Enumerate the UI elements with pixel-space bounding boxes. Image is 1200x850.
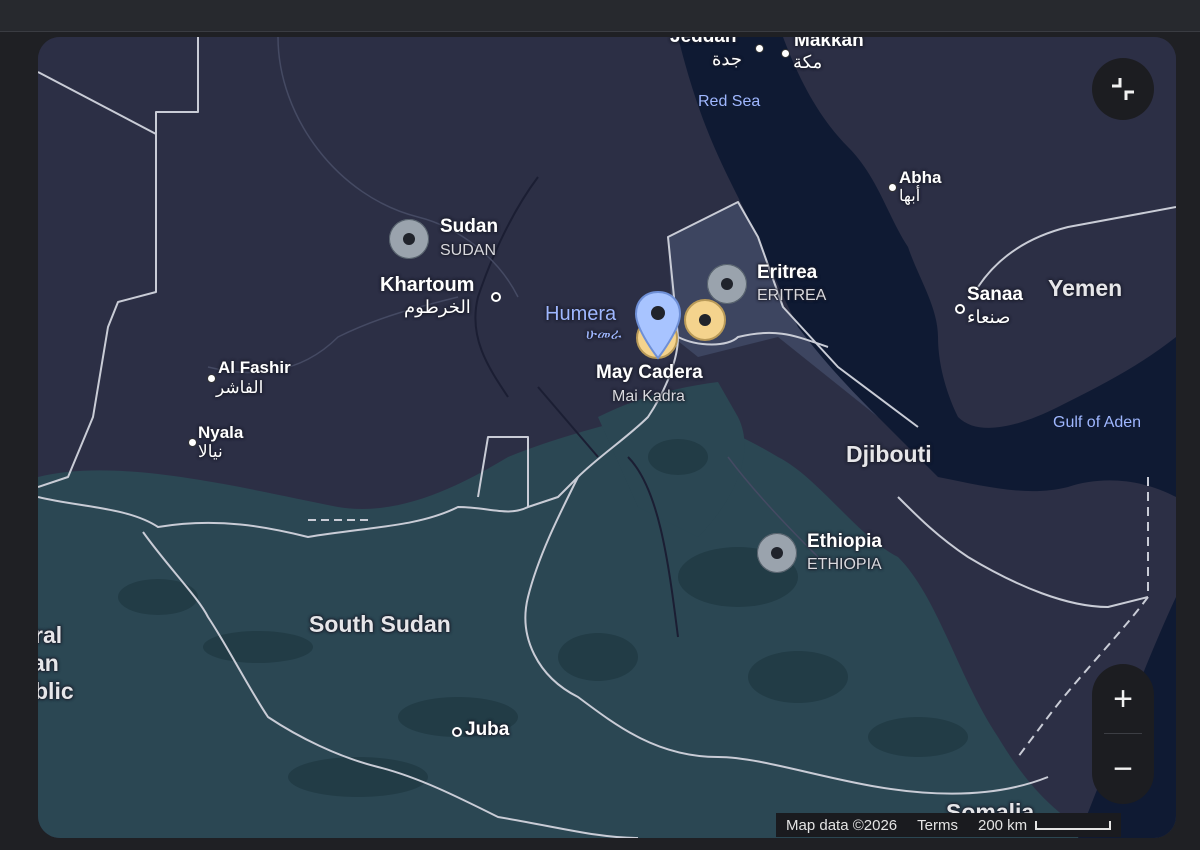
map-attribution: Map data ©2026 Terms 200 km bbox=[776, 813, 1122, 837]
country-label-car-line1[interactable]: ral bbox=[38, 622, 62, 648]
city-arabic-makkah: مكة bbox=[793, 52, 823, 72]
city-dot-khartoum bbox=[491, 292, 501, 302]
country-pin-ethiopia[interactable] bbox=[757, 533, 797, 573]
country-pin-eritrea[interactable] bbox=[707, 264, 747, 304]
city-dot-sanaa bbox=[955, 304, 965, 314]
city-label-abha[interactable]: Abha bbox=[899, 168, 942, 188]
country-label-south-sudan[interactable]: South Sudan bbox=[309, 611, 451, 637]
city-alt-may-cadera: Mai Kadra bbox=[612, 388, 685, 405]
country-native-ethiopia: ETHIOPIA bbox=[807, 556, 882, 573]
city-label-sanaa[interactable]: Sanaa bbox=[967, 284, 1023, 306]
city-label-may-cadera[interactable]: May Cadera bbox=[596, 362, 703, 384]
scale-bar bbox=[1035, 820, 1112, 830]
city-arabic-jeddah: جدة bbox=[712, 49, 743, 69]
exit-fullscreen-button[interactable] bbox=[1092, 58, 1154, 120]
city-dot-juba bbox=[452, 727, 462, 737]
water-label-red-sea: Red Sea bbox=[698, 93, 761, 110]
country-label-car-line3[interactable]: blic bbox=[38, 678, 74, 704]
country-label-sudan[interactable]: Sudan bbox=[440, 216, 498, 238]
country-label-car-line2[interactable]: an bbox=[38, 650, 59, 676]
saved-place-pin[interactable] bbox=[684, 299, 726, 341]
city-label-jeddah[interactable]: Jeddah bbox=[670, 37, 737, 48]
selected-location-pin-icon[interactable] bbox=[634, 290, 682, 362]
city-dot-al-fashir bbox=[207, 374, 216, 383]
city-dot-makkah bbox=[781, 49, 790, 58]
city-label-nyala[interactable]: Nyala bbox=[198, 423, 243, 443]
city-label-khartoum[interactable]: Khartoum bbox=[380, 274, 474, 296]
city-dot-nyala bbox=[188, 438, 197, 447]
exit-fullscreen-icon bbox=[1112, 78, 1134, 100]
terms-link[interactable]: Terms bbox=[917, 817, 958, 834]
country-pin-sudan[interactable] bbox=[389, 219, 429, 259]
map-data-text: Map data ©2026 bbox=[786, 816, 898, 834]
top-bar bbox=[0, 0, 1200, 32]
city-arabic-nyala: نيالا bbox=[198, 442, 223, 461]
zoom-in-button[interactable]: + bbox=[1092, 664, 1154, 734]
city-arabic-khartoum: الخرطوم bbox=[404, 297, 471, 317]
country-label-ethiopia[interactable]: Ethiopia bbox=[807, 531, 882, 553]
water-label-gulf-of-aden: Gulf of Aden bbox=[1053, 414, 1142, 431]
city-label-makkah[interactable]: Makkah bbox=[794, 37, 864, 52]
country-native-eritrea: ERITREA bbox=[757, 287, 827, 304]
city-arabic-sanaa: صنعاء bbox=[967, 307, 1011, 327]
zoom-control: + − bbox=[1092, 664, 1154, 804]
country-label-eritrea[interactable]: Eritrea bbox=[757, 262, 817, 284]
city-arabic-al-fashir: الفاشر bbox=[216, 378, 264, 397]
city-dot-jeddah bbox=[755, 44, 764, 53]
scale-label[interactable]: 200 km bbox=[978, 817, 1027, 834]
city-label-al-fashir[interactable]: Al Fashir bbox=[218, 358, 291, 378]
city-arabic-abha: أبها bbox=[899, 188, 921, 205]
zoom-out-button[interactable]: − bbox=[1092, 734, 1154, 804]
country-native-sudan: SUDAN bbox=[440, 242, 497, 259]
city-label-humera[interactable]: Humera bbox=[545, 303, 616, 325]
city-dot-abha bbox=[888, 183, 897, 192]
city-native-humera: ሁመራ bbox=[586, 326, 622, 343]
country-label-yemen[interactable]: Yemen bbox=[1048, 275, 1122, 301]
country-label-djibouti[interactable]: Djibouti bbox=[846, 441, 932, 467]
map-view[interactable]: Red Sea Gulf of Aden Jeddah جدة Makkah م… bbox=[38, 37, 1176, 838]
city-label-juba[interactable]: Juba bbox=[465, 719, 509, 741]
